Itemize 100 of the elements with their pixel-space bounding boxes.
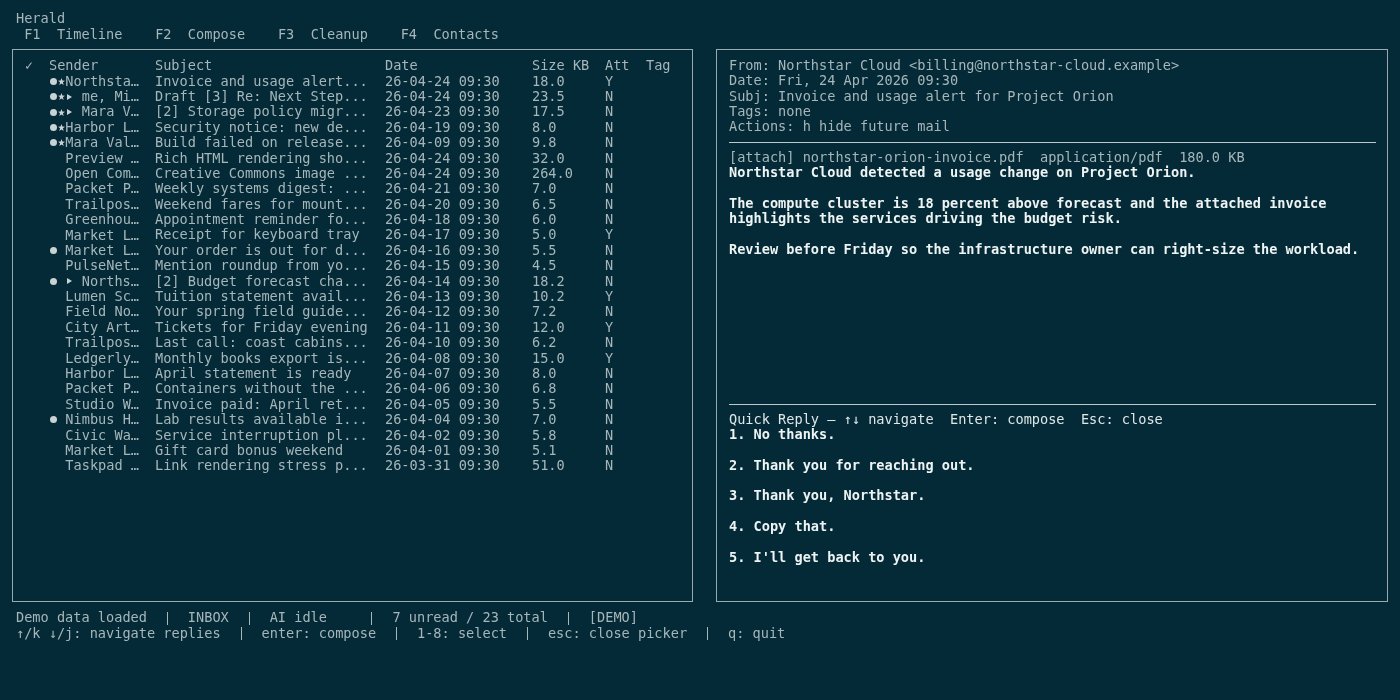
attachment-text: N [605, 212, 615, 228]
reply-option[interactable]: 4. Copy that. [729, 519, 836, 535]
size-text: 7.0 [532, 412, 558, 428]
size-text: 9.8 [532, 135, 558, 151]
attachment-text: N [605, 458, 615, 474]
size-text: 6.2 [532, 335, 558, 351]
subject-text: [2] Storage policy migr... [155, 104, 369, 120]
quick-reply-header: Quick Reply — ↑↓ navigate Enter: compose Esc: close [729, 411, 1163, 428]
column-header: Date [385, 58, 419, 74]
sender-name: Greenhou… [65, 212, 139, 228]
size-text: 51.0 [532, 458, 566, 474]
subject-text: Weekly systems digest: ... [155, 181, 369, 197]
header-label: Date: [729, 73, 770, 89]
size-text: 264.0 [532, 165, 574, 182]
column-header: Sender [49, 58, 100, 74]
size-text: 5.1 [532, 442, 558, 459]
attachment-text: N [605, 242, 615, 259]
subject-text: Mention roundup from yo... [155, 258, 369, 274]
date-text: 26-04-12 09:30 [385, 304, 501, 320]
sender-name: PulseNet… [65, 258, 139, 274]
tab[interactable]: F3 Cleanup [277, 26, 368, 42]
size-text: 17.5 [532, 104, 566, 120]
header-value: h hide future mail [802, 119, 950, 135]
reply-option[interactable]: 2. Thank you for reaching out. [729, 457, 975, 474]
attachment-text: Y [605, 289, 615, 305]
date-text: 26-04-15 09:30 [385, 258, 501, 274]
attachment-text: N [605, 381, 615, 397]
subject-text: Weekend fares for mount... [155, 196, 369, 213]
subject-text: April statement is ready [155, 366, 353, 382]
key-hint: ↑/k ↓/j: navigate replies [16, 625, 221, 642]
attachment-text: N [605, 412, 615, 428]
attachment-text: Y [605, 227, 615, 243]
column-header: Att [605, 58, 631, 74]
tab[interactable]: F2 Compose [155, 26, 246, 42]
date-text: 26-04-10 09:30 [385, 335, 501, 351]
tab[interactable]: F1 Timeline [24, 26, 123, 42]
subject-text: Build failed on release... [155, 135, 369, 151]
status-text: [DEMO] [588, 610, 638, 626]
reply-option[interactable]: 5. I'll get back to you. [729, 549, 926, 565]
date-text: 26-04-20 09:30 [385, 196, 501, 213]
attachment-text: N [605, 258, 615, 274]
sender-name: Trailpos… [65, 335, 139, 351]
column-header: Subject [155, 58, 214, 74]
sender-name: Market L… [65, 227, 139, 243]
attachment-text: N [605, 104, 615, 120]
date-text: 26-04-19 09:30 [385, 119, 501, 136]
size-text: 8.0 [532, 366, 558, 382]
attachment-text: Y [605, 319, 615, 336]
subject-text: Rich HTML rendering sho... [155, 150, 369, 166]
size-text: 23.5 [532, 88, 566, 105]
attachment-text: N [605, 366, 615, 382]
header-label: From: [729, 58, 770, 74]
size-text: 32.0 [532, 150, 566, 166]
subject-text: Service interruption pl... [155, 427, 369, 443]
attachment-text: N [605, 427, 615, 443]
sender-name: Packet P… [65, 181, 139, 197]
attachment-text: N [605, 304, 615, 320]
sender-name: Studio W… [65, 396, 139, 413]
sender-name: Nimbus H… [65, 412, 139, 428]
subject-text: Draft [3] Re: Next Step... [155, 88, 369, 105]
size-text: 4.5 [532, 258, 558, 274]
date-text: 26-04-09 09:30 [385, 135, 501, 151]
tab[interactable]: F4 Contacts [400, 26, 499, 42]
subject-text: Tuition statement avail... [155, 289, 369, 305]
sender-name: Harbor L… [65, 119, 139, 136]
attachment-text: N [605, 119, 615, 136]
date-text: 26-04-24 09:30 [385, 88, 501, 105]
status-text: 7 unread / 23 total [392, 610, 548, 626]
size-text: 10.2 [532, 289, 566, 305]
subject-text: [2] Budget forecast cha... [155, 273, 369, 290]
header-value: Fri, 24 Apr 2026 09:30 [778, 73, 959, 89]
size-text: 7.2 [532, 304, 558, 320]
date-text: 26-04-13 09:30 [385, 289, 501, 305]
date-text: 26-04-01 09:30 [385, 442, 501, 459]
attachment-text: Y [605, 73, 615, 89]
subject-text: Invoice paid: April ret... [155, 396, 369, 413]
column-header: Size KB [532, 58, 591, 74]
subject-text: Lab results available i... [155, 412, 369, 428]
date-text: 26-04-17 09:30 [385, 227, 501, 243]
size-text: 12.0 [532, 319, 566, 336]
column-header: Tag [646, 58, 672, 74]
reply-option[interactable]: 1. No thanks. [729, 427, 836, 443]
sender-name: Market L… [65, 443, 139, 459]
header-value: Invoice and usage alert for Project Orion [778, 88, 1114, 105]
header-label: Actions: [729, 119, 795, 135]
sender-name: Field No… [65, 304, 139, 320]
date-text: 26-04-16 09:30 [385, 242, 501, 259]
date-text: 26-04-11 09:30 [385, 319, 501, 336]
date-text: 26-04-24 09:30 [385, 150, 501, 166]
subject-text: Appointment reminder fo... [155, 212, 369, 228]
subject-text: Containers without the ... [155, 381, 369, 397]
header-label: Subj: [729, 88, 770, 105]
header-value: none [778, 104, 811, 120]
date-text: 26-04-18 09:30 [385, 212, 501, 228]
reply-option[interactable]: 3. Thank you, Northstar. [729, 488, 926, 504]
attachment-text: N [605, 396, 615, 413]
size-text: 7.0 [532, 181, 558, 197]
sender-name: Trailpos… [65, 196, 139, 213]
status-text: Demo data loaded [16, 610, 147, 626]
size-text: 18.2 [532, 273, 566, 290]
